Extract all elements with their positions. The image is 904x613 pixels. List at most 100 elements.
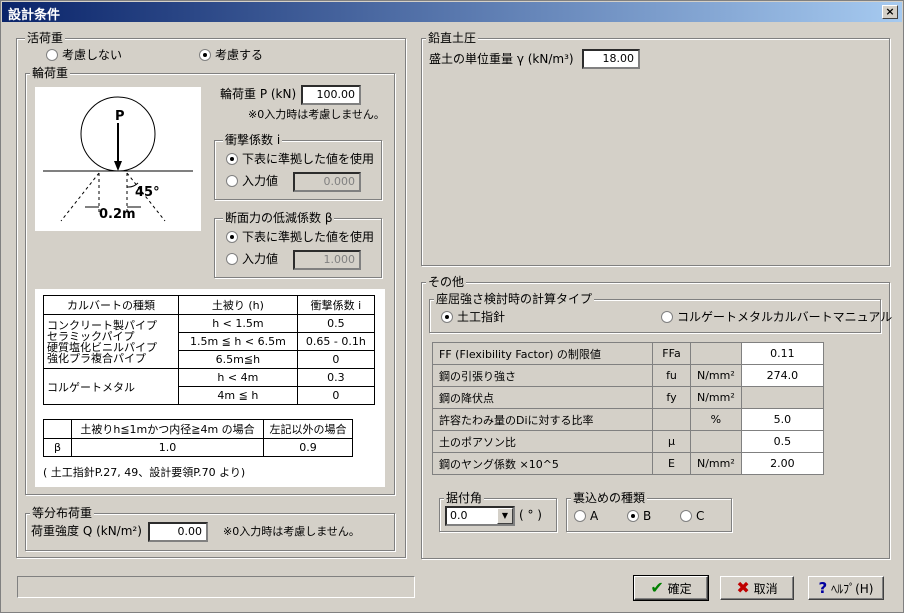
diagram-p-label: P: [115, 109, 125, 124]
header-culvert-type: カルバートの種類: [42, 295, 180, 315]
prop-symbol: FFa: [652, 342, 691, 365]
impact-title: 衝撃係数 i: [223, 133, 283, 147]
table-row: 土のポアソン比 μ 0.5: [432, 430, 825, 453]
title-bar: 設計条件 ×: [2, 2, 902, 23]
culvert-type-corrugated: コルゲートメタル: [42, 368, 180, 405]
help-button[interactable]: ? ﾍﾙﾌﾟ(H): [808, 576, 884, 600]
wheel-load-diagram: P 45° 0.2m: [35, 87, 201, 231]
calc-type-option-2[interactable]: コルゲートメタルカルバートマニュアル: [661, 309, 892, 325]
radio-checked-icon: [226, 231, 238, 243]
impact-reference-panel: カルバートの種類 土被り (h) 衝撃係数 i コンクリート製パイプ セラミック…: [35, 289, 385, 487]
prop-label: 鋼の引張り強さ: [432, 364, 653, 387]
table-cell: 0.65 - 0.1h: [296, 332, 376, 351]
other-title: その他: [426, 275, 467, 289]
unit-weight-label: 盛土の単位重量 γ (kN/m³): [429, 52, 574, 66]
wheel-load-note: ※0入力時は考慮しません。: [248, 108, 385, 121]
window-title: 設計条件: [8, 8, 61, 23]
impact-option-table[interactable]: 下表に準拠した値を使用: [226, 151, 374, 167]
prop-symbol: fy: [652, 386, 691, 409]
uniform-load-input[interactable]: 0.00: [148, 522, 208, 542]
prop-label: 鋼の降伏点: [432, 386, 653, 409]
live-load-option-yes[interactable]: 考慮する: [199, 47, 263, 63]
culvert-type-concrete: コンクリート製パイプ セラミックパイプ 硬質塩化ビニルパイプ 強化プラ複合パイプ: [42, 314, 180, 369]
radio-checked-icon: [199, 49, 211, 61]
radio-checked-icon: [441, 311, 453, 323]
prop-value[interactable]: 2.00: [740, 452, 825, 475]
backfill-title: 裏込めの種類: [571, 491, 648, 505]
table-cell: h < 4m: [178, 368, 298, 387]
wheel-load-input[interactable]: 100.00: [301, 85, 361, 105]
prop-value[interactable]: 0.11: [740, 342, 825, 365]
backfill-option-b[interactable]: B: [627, 508, 651, 524]
chevron-down-icon[interactable]: ▼: [497, 508, 513, 524]
prop-unit: N/mm²: [690, 386, 742, 409]
ok-button[interactable]: ✔ 確定: [633, 575, 709, 601]
reduction-option-input[interactable]: 入力値: [226, 251, 278, 267]
prop-symbol: μ: [652, 430, 691, 453]
calc-type-title: 座屈強さ検討時の計算タイプ: [434, 292, 595, 306]
calc-type-option-1[interactable]: 土工指針: [441, 309, 505, 325]
cross-icon: ✖: [736, 578, 750, 597]
impact-option-input[interactable]: 入力値: [226, 173, 278, 189]
beta-table: 土被りh≦1mかつ内径≧4m の場合 左記以外の場合 β 1.0 0.9: [43, 419, 353, 457]
live-load-title: 活荷重: [25, 31, 66, 45]
prop-value[interactable]: 274.0: [740, 364, 825, 387]
vertical-pressure-group: 鉛直土圧: [421, 31, 890, 266]
live-load-option-no[interactable]: 考慮しない: [46, 47, 122, 63]
properties-table: FF (Flexibility Factor) の制限値 FFa 0.11 鋼の…: [432, 342, 825, 475]
check-icon: ✔: [650, 578, 664, 597]
dialog-window: 設計条件 × 活荷重 考慮しない 考慮する 輪荷重 P 45° 0.2m 輪荷重…: [0, 0, 904, 613]
wheel-load-title: 輪荷重: [30, 66, 71, 80]
prop-label: 土のポアソン比: [432, 430, 653, 453]
radio-icon: [226, 253, 238, 265]
table-row: 鋼のヤング係数 ×10^5 E N/mm² 2.00: [432, 452, 825, 475]
table-row: FF (Flexibility Factor) の制限値 FFa 0.11: [432, 342, 825, 365]
status-bar: [17, 576, 415, 598]
table-row: 鋼の引張り強さ fu N/mm² 274.0: [432, 364, 825, 387]
backfill-option-a[interactable]: A: [574, 508, 598, 524]
table-cell: 0: [296, 386, 376, 405]
table-row: 許容たわみ量のDiに対する比率 % 5.0: [432, 408, 825, 431]
prop-unit: [690, 342, 742, 365]
prop-label: FF (Flexibility Factor) の制限値: [432, 342, 653, 365]
install-angle-title: 据付角: [444, 491, 485, 505]
prop-symbol: E: [652, 452, 691, 475]
reduction-input[interactable]: 1.000: [293, 250, 361, 270]
radio-icon: [226, 175, 238, 187]
install-angle-select[interactable]: 0.0 ▼: [445, 506, 515, 526]
question-icon: ?: [818, 579, 828, 597]
close-button[interactable]: ×: [882, 5, 898, 19]
reduction-title: 断面力の低減係数 β: [223, 211, 335, 225]
uniform-load-title: 等分布荷重: [30, 506, 95, 520]
diagram-width-label: 0.2m: [99, 207, 136, 222]
cancel-button[interactable]: ✖ 取消: [720, 576, 794, 600]
backfill-option-c[interactable]: C: [680, 508, 704, 524]
table-cell: 1.5m ≦ h < 6.5m: [178, 332, 298, 351]
vertical-pressure-title: 鉛直土圧: [426, 31, 479, 45]
prop-value[interactable]: 0.5: [740, 430, 825, 453]
table-cell: 0: [296, 350, 376, 369]
header-impact: 衝撃係数 i: [296, 295, 376, 315]
prop-unit: [690, 430, 742, 453]
radio-icon: [680, 510, 692, 522]
wheel-load-label: 輪荷重 P (kN): [220, 87, 297, 101]
impact-table: カルバートの種類 土被り (h) 衝撃係数 i コンクリート製パイプ セラミック…: [42, 295, 376, 405]
radio-icon: [46, 49, 58, 61]
radio-icon: [661, 311, 673, 323]
radio-checked-icon: [627, 510, 639, 522]
table-cell: [43, 419, 72, 439]
beta-header-1: 土被りh≦1mかつ内径≧4m の場合: [70, 419, 265, 439]
prop-symbol: fu: [652, 364, 691, 387]
impact-input[interactable]: 0.000: [293, 172, 361, 192]
table-cell: 0.5: [296, 314, 376, 333]
table-cell: 4m ≦ h: [178, 386, 298, 405]
prop-value: [740, 386, 825, 409]
uniform-load-note: ※0入力時は考慮しません。: [223, 525, 360, 538]
table-cell: 6.5m≦h: [178, 350, 298, 369]
unit-weight-input[interactable]: 18.00: [582, 49, 640, 69]
reduction-option-table[interactable]: 下表に準拠した値を使用: [226, 229, 374, 245]
header-cover: 土被り (h): [178, 295, 298, 315]
prop-value[interactable]: 5.0: [740, 408, 825, 431]
table-cell: 0.9: [263, 438, 353, 457]
prop-label: 鋼のヤング係数 ×10^5: [432, 452, 653, 475]
